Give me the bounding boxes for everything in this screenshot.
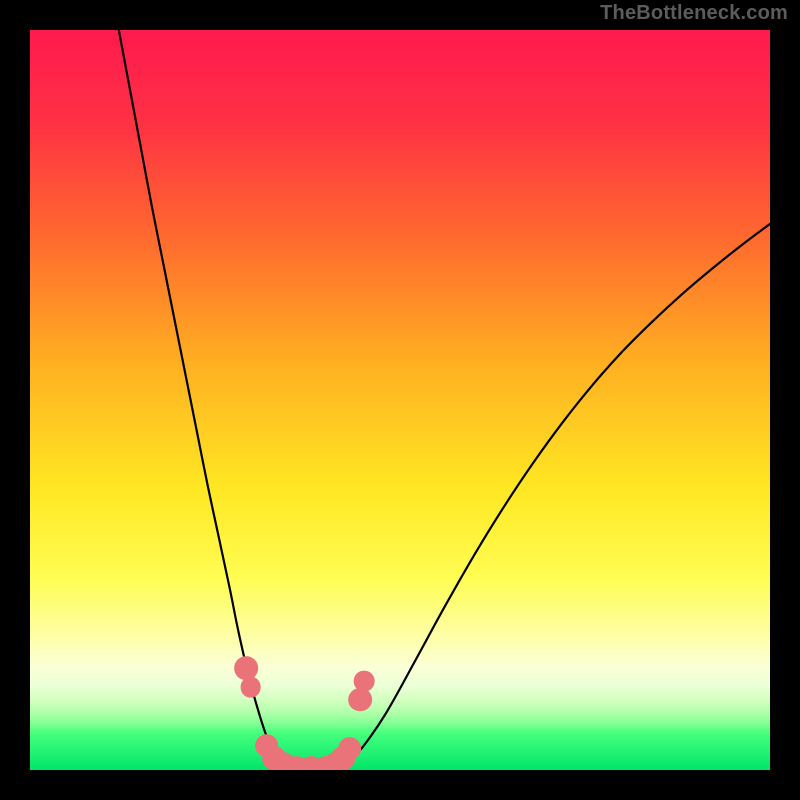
watermark-text: TheBottleneck.com <box>600 2 788 25</box>
data-marker <box>354 671 375 692</box>
data-marker <box>338 737 362 761</box>
data-marker <box>240 677 261 698</box>
plot-area <box>30 30 770 770</box>
bottleneck-curve-path <box>119 30 770 770</box>
data-marker <box>234 656 258 680</box>
bottleneck-curve <box>30 30 770 770</box>
data-marker <box>348 688 372 712</box>
